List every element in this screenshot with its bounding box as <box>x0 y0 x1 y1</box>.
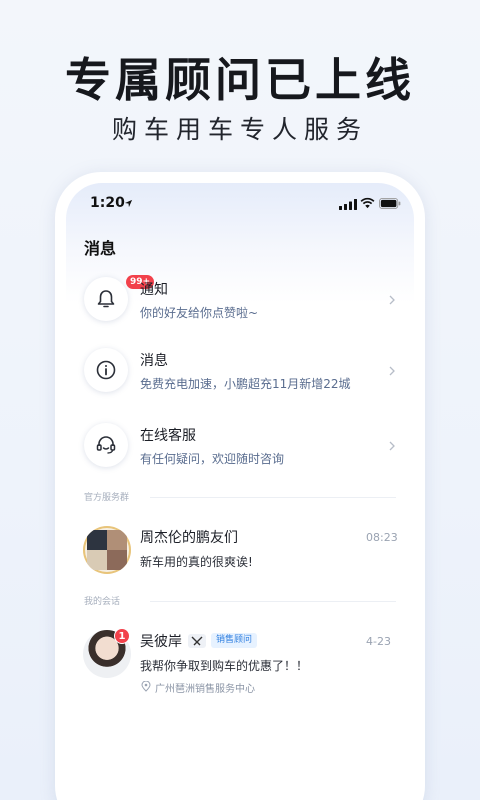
service-subtitle: 有任何疑问，欢迎随时咨询 <box>140 452 285 466</box>
group-avatar-tile <box>87 550 107 570</box>
personal-chat-time: 4-23 <box>366 635 391 648</box>
message-title: 消息 <box>140 353 168 369</box>
section-label-my-chats: 我的会话 <box>84 597 121 607</box>
bell-icon <box>97 290 115 308</box>
status-bar: 1:20 <box>66 195 414 215</box>
group-avatar-tile <box>107 530 127 550</box>
notification-subtitle: 你的好友给你点赞啦~ <box>140 306 259 320</box>
service-title: 在线客服 <box>140 428 196 444</box>
store-location: 广州琶洲销售服务中心 <box>155 684 255 695</box>
promo-headline: 专属顾问已上线 <box>65 53 415 107</box>
notification-icon-circle: 99+ <box>84 275 155 321</box>
status-time: 1:20 <box>90 195 125 211</box>
notification-row[interactable]: 99+ 通知 你的好友给你点赞啦~ <box>66 271 414 335</box>
group-avatar <box>83 526 131 574</box>
chevron-right-icon <box>389 295 395 305</box>
service-icon-circle <box>84 423 128 467</box>
message-subtitle: 免费充电加速，小鹏超充11月新增22城 <box>140 377 351 391</box>
signal-icon <box>339 199 357 210</box>
xpeng-logo-icon <box>191 636 203 646</box>
group-chat-row[interactable]: 周杰伦的鹏友们 08:23 新车用的真的很爽诶! <box>66 513 414 577</box>
unread-badge: 1 <box>114 628 130 644</box>
chevron-right-icon <box>389 441 395 451</box>
battery-icon <box>379 198 401 209</box>
location-arrow-icon <box>124 199 133 208</box>
group-chat-time: 08:23 <box>366 531 398 544</box>
headset-icon <box>96 436 116 454</box>
phone-screen: 1:20 消息 99+ 通知 你的好友给你点赞啦~ 消息 免费充电加速，小鹏超充… <box>66 183 414 800</box>
personal-chat-message: 我帮你争取到购车的优惠了！！ <box>140 659 309 673</box>
section-label-official-group: 官方服务群 <box>84 493 130 503</box>
brand-tag <box>188 634 206 648</box>
group-chat-message: 新车用的真的很爽诶! <box>140 555 253 569</box>
message-icon-circle <box>84 348 128 392</box>
group-avatar-tile <box>87 530 107 550</box>
customer-service-row[interactable]: 在线客服 有任何疑问，欢迎随时咨询 <box>66 417 414 481</box>
message-row[interactable]: 消息 免费充电加速，小鹏超充11月新增22城 <box>66 342 414 406</box>
advisor-name: 吴彼岸 <box>140 634 182 650</box>
group-avatar-tile <box>107 550 127 570</box>
location-pin-icon <box>141 681 151 692</box>
group-chat-name: 周杰伦的鹏友们 <box>140 530 238 546</box>
personal-chat-row[interactable]: 1 吴彼岸 销售顾问 4-23 我帮你争取到购车的优惠了！！ 广州琶洲销售服务中… <box>66 618 414 708</box>
chevron-right-icon <box>389 366 395 376</box>
promo-subline: 购车用车专人服务 <box>111 115 368 144</box>
section-divider <box>150 497 396 498</box>
notification-title: 通知 <box>140 282 168 298</box>
role-tag: 销售顾问 <box>211 633 258 648</box>
info-icon <box>96 360 116 380</box>
section-divider <box>150 601 396 602</box>
screen-title: 消息 <box>84 239 117 258</box>
wifi-icon <box>360 197 375 209</box>
